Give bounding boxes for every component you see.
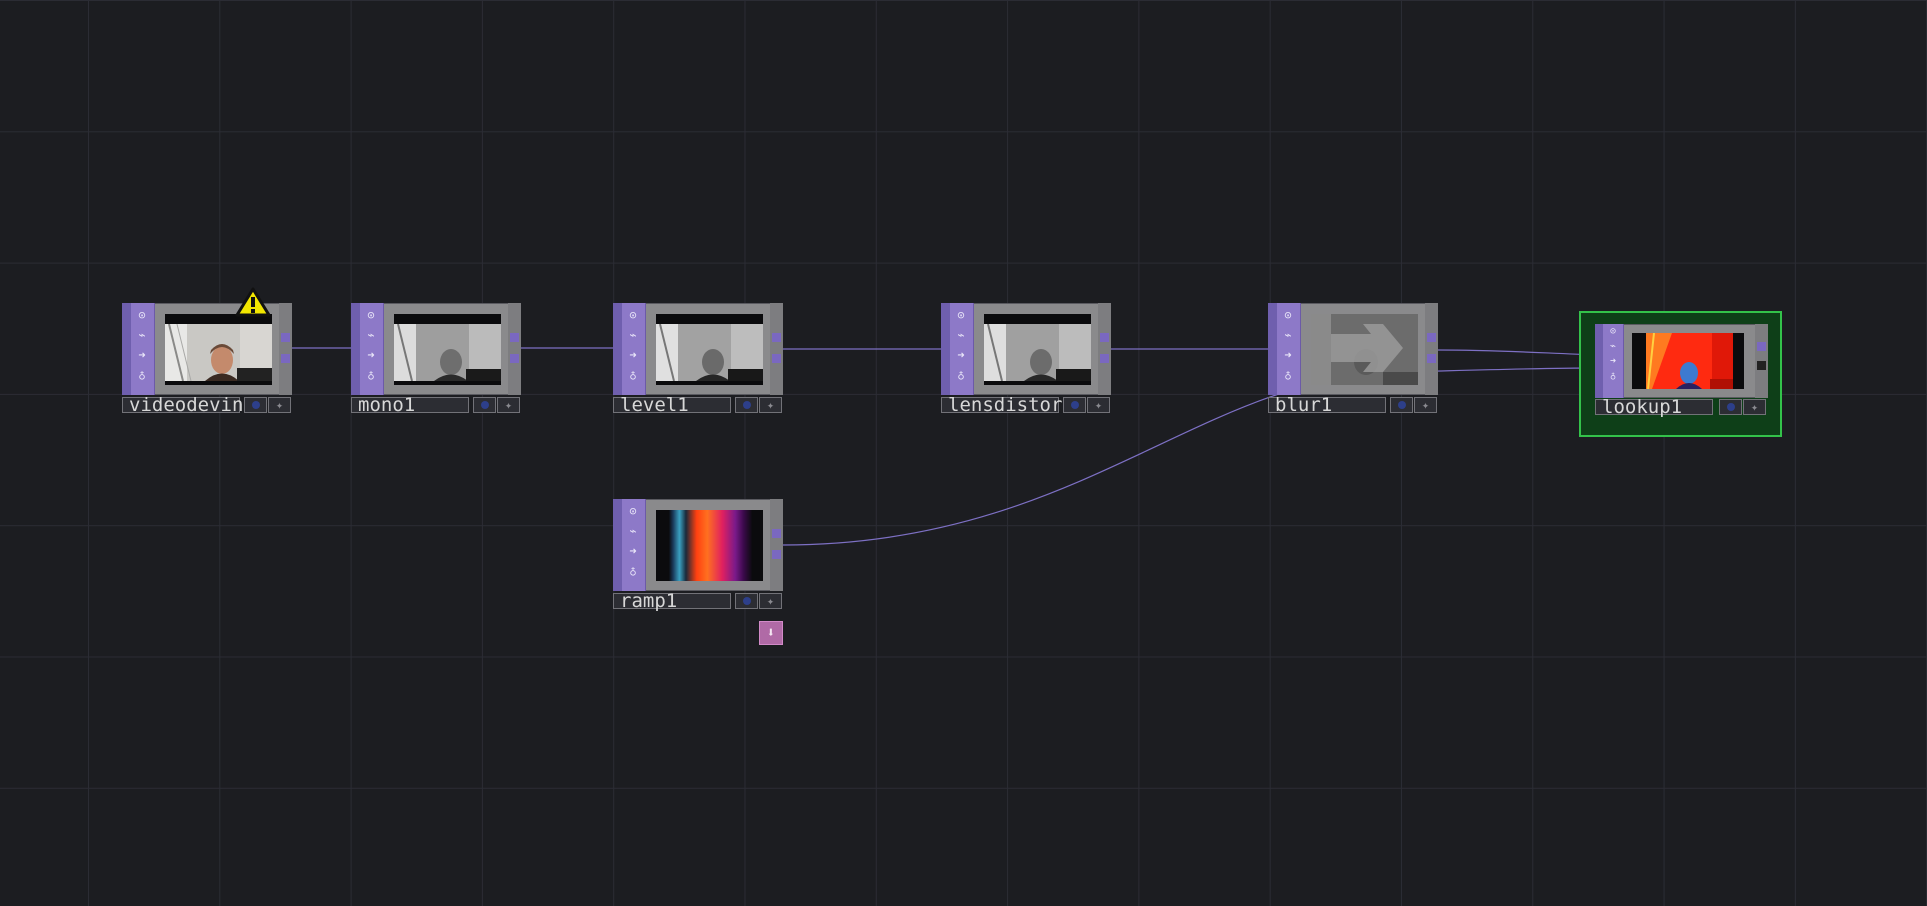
download-icon[interactable]: ⬇ [759, 621, 783, 645]
viewer-icon[interactable]: ⊙ [362, 306, 380, 324]
lock-icon[interactable]: ♁ [1604, 369, 1622, 384]
thumbnail-webcam-mono-arrow [1311, 314, 1418, 385]
node-lookup1[interactable]: ⊙ ⌁ ➜ ♁ lookup1 ✦ [1595, 324, 1768, 434]
output-connector[interactable] [281, 333, 290, 342]
node-name-label[interactable]: lookup1 [1595, 398, 1713, 417]
thumbnail-webcam-mono [984, 314, 1091, 385]
viewer-icon[interactable]: ⊙ [952, 306, 970, 324]
thumbnail-gradient [656, 510, 763, 581]
node-name-label[interactable]: videodevin1 [122, 396, 255, 415]
thumbnail-webcam-color [165, 314, 272, 385]
lock-icon[interactable]: ♁ [624, 562, 642, 580]
node-videodevin1[interactable]: ⊙ ⌁ ➜ ♁ videodevin1 ✦ [122, 303, 292, 415]
clone-icon[interactable]: ➜ [624, 346, 642, 364]
display-flag-icon[interactable] [1063, 397, 1086, 413]
output-connector[interactable] [1757, 361, 1766, 370]
lock-icon[interactable]: ♁ [1279, 366, 1297, 384]
clone-icon[interactable]: ➜ [1279, 346, 1297, 364]
operator-strip: ⊙ ⌁ ➜ ♁ [1595, 324, 1624, 398]
thumbnail-webcam-mono [656, 314, 763, 385]
bypass-icon[interactable]: ⌁ [952, 326, 970, 344]
display-flag-icon[interactable] [1719, 399, 1742, 415]
output-connector[interactable] [281, 354, 290, 363]
wire-ramp1-lookup1[interactable] [782, 367, 1599, 546]
render-flag-icon[interactable]: ✦ [497, 397, 520, 413]
bypass-icon[interactable]: ⌁ [1604, 339, 1622, 354]
wire-blur1-lookup1[interactable] [1437, 349, 1599, 356]
output-connector[interactable] [772, 333, 781, 342]
lock-icon[interactable]: ♁ [952, 366, 970, 384]
node-name-label[interactable]: ramp1 [613, 592, 731, 611]
display-flag-icon[interactable] [473, 397, 496, 413]
output-connector[interactable] [510, 354, 519, 363]
bypass-icon[interactable]: ⌁ [362, 326, 380, 344]
clone-icon[interactable]: ➜ [1604, 354, 1622, 369]
output-connector[interactable] [1427, 354, 1436, 363]
operator-strip: ⊙ ⌁ ➜ ♁ [122, 303, 155, 395]
output-connector[interactable] [1100, 354, 1109, 363]
bypass-icon[interactable]: ⌁ [624, 522, 642, 540]
clone-icon[interactable]: ➜ [133, 346, 151, 364]
clone-icon[interactable]: ➜ [362, 346, 380, 364]
thumbnail-thermal [1632, 333, 1744, 389]
display-flag-icon[interactable] [735, 593, 758, 609]
lock-icon[interactable]: ♁ [624, 366, 642, 384]
bypass-icon[interactable]: ⌁ [133, 326, 151, 344]
lock-icon[interactable]: ♁ [362, 366, 380, 384]
node-name-label[interactable]: blur1 [1268, 396, 1386, 415]
node-mono1[interactable]: ⊙ ⌁ ➜ ♁ mono1 ✦ [351, 303, 521, 415]
node-blur1[interactable]: ⊙ ⌁ ➜ ♁ blur1 ✦ [1268, 303, 1438, 415]
operator-strip: ⊙ ⌁ ➜ ♁ [351, 303, 384, 395]
render-flag-icon[interactable]: ✦ [1743, 399, 1766, 415]
warning-icon[interactable] [235, 287, 271, 317]
render-flag-icon[interactable]: ✦ [759, 593, 782, 609]
render-flag-icon[interactable]: ✦ [268, 397, 291, 413]
node-ramp1[interactable]: ⊙ ⌁ ➜ ♁ ramp1 ✦ [613, 499, 783, 611]
node-lensdistort1[interactable]: ⊙ ⌁ ➜ ♁ lensdistort1 ✦ [941, 303, 1111, 415]
output-connector[interactable] [772, 354, 781, 363]
operator-strip: ⊙ ⌁ ➜ ♁ [613, 499, 646, 591]
node-name-label[interactable]: lensdistort1 [941, 396, 1085, 415]
output-connector[interactable] [772, 550, 781, 559]
output-connector[interactable] [772, 529, 781, 538]
clone-icon[interactable]: ➜ [624, 542, 642, 560]
display-flag-icon[interactable] [244, 397, 267, 413]
thumbnail-webcam-mono [394, 314, 501, 385]
bypass-icon[interactable]: ⌁ [1279, 326, 1297, 344]
viewer-icon[interactable]: ⊙ [624, 306, 642, 324]
render-flag-icon[interactable]: ✦ [759, 397, 782, 413]
operator-strip: ⊙ ⌁ ➜ ♁ [1268, 303, 1301, 395]
output-connector[interactable] [1757, 342, 1766, 351]
wires-layer [291, 347, 1599, 546]
viewer-icon[interactable]: ⊙ [1279, 306, 1297, 324]
node-level1[interactable]: ⊙ ⌁ ➜ ♁ level1 ✦ [613, 303, 783, 415]
viewer-icon[interactable]: ⊙ [133, 306, 151, 324]
output-connector[interactable] [1100, 333, 1109, 342]
node-name-label[interactable]: level1 [613, 396, 731, 415]
output-connector[interactable] [1427, 333, 1436, 342]
output-connector[interactable] [510, 333, 519, 342]
bypass-icon[interactable]: ⌁ [624, 326, 642, 344]
viewer-icon[interactable]: ⊙ [624, 502, 642, 520]
operator-strip: ⊙ ⌁ ➜ ♁ [613, 303, 646, 395]
render-flag-icon[interactable]: ✦ [1414, 397, 1437, 413]
operator-strip: ⊙ ⌁ ➜ ♁ [941, 303, 974, 395]
node-name-label[interactable]: mono1 [351, 396, 469, 415]
clone-icon[interactable]: ➜ [952, 346, 970, 364]
display-flag-icon[interactable] [1390, 397, 1413, 413]
render-flag-icon[interactable]: ✦ [1087, 397, 1110, 413]
viewer-icon[interactable]: ⊙ [1604, 324, 1622, 339]
display-flag-icon[interactable] [735, 397, 758, 413]
lock-icon[interactable]: ♁ [133, 366, 151, 384]
